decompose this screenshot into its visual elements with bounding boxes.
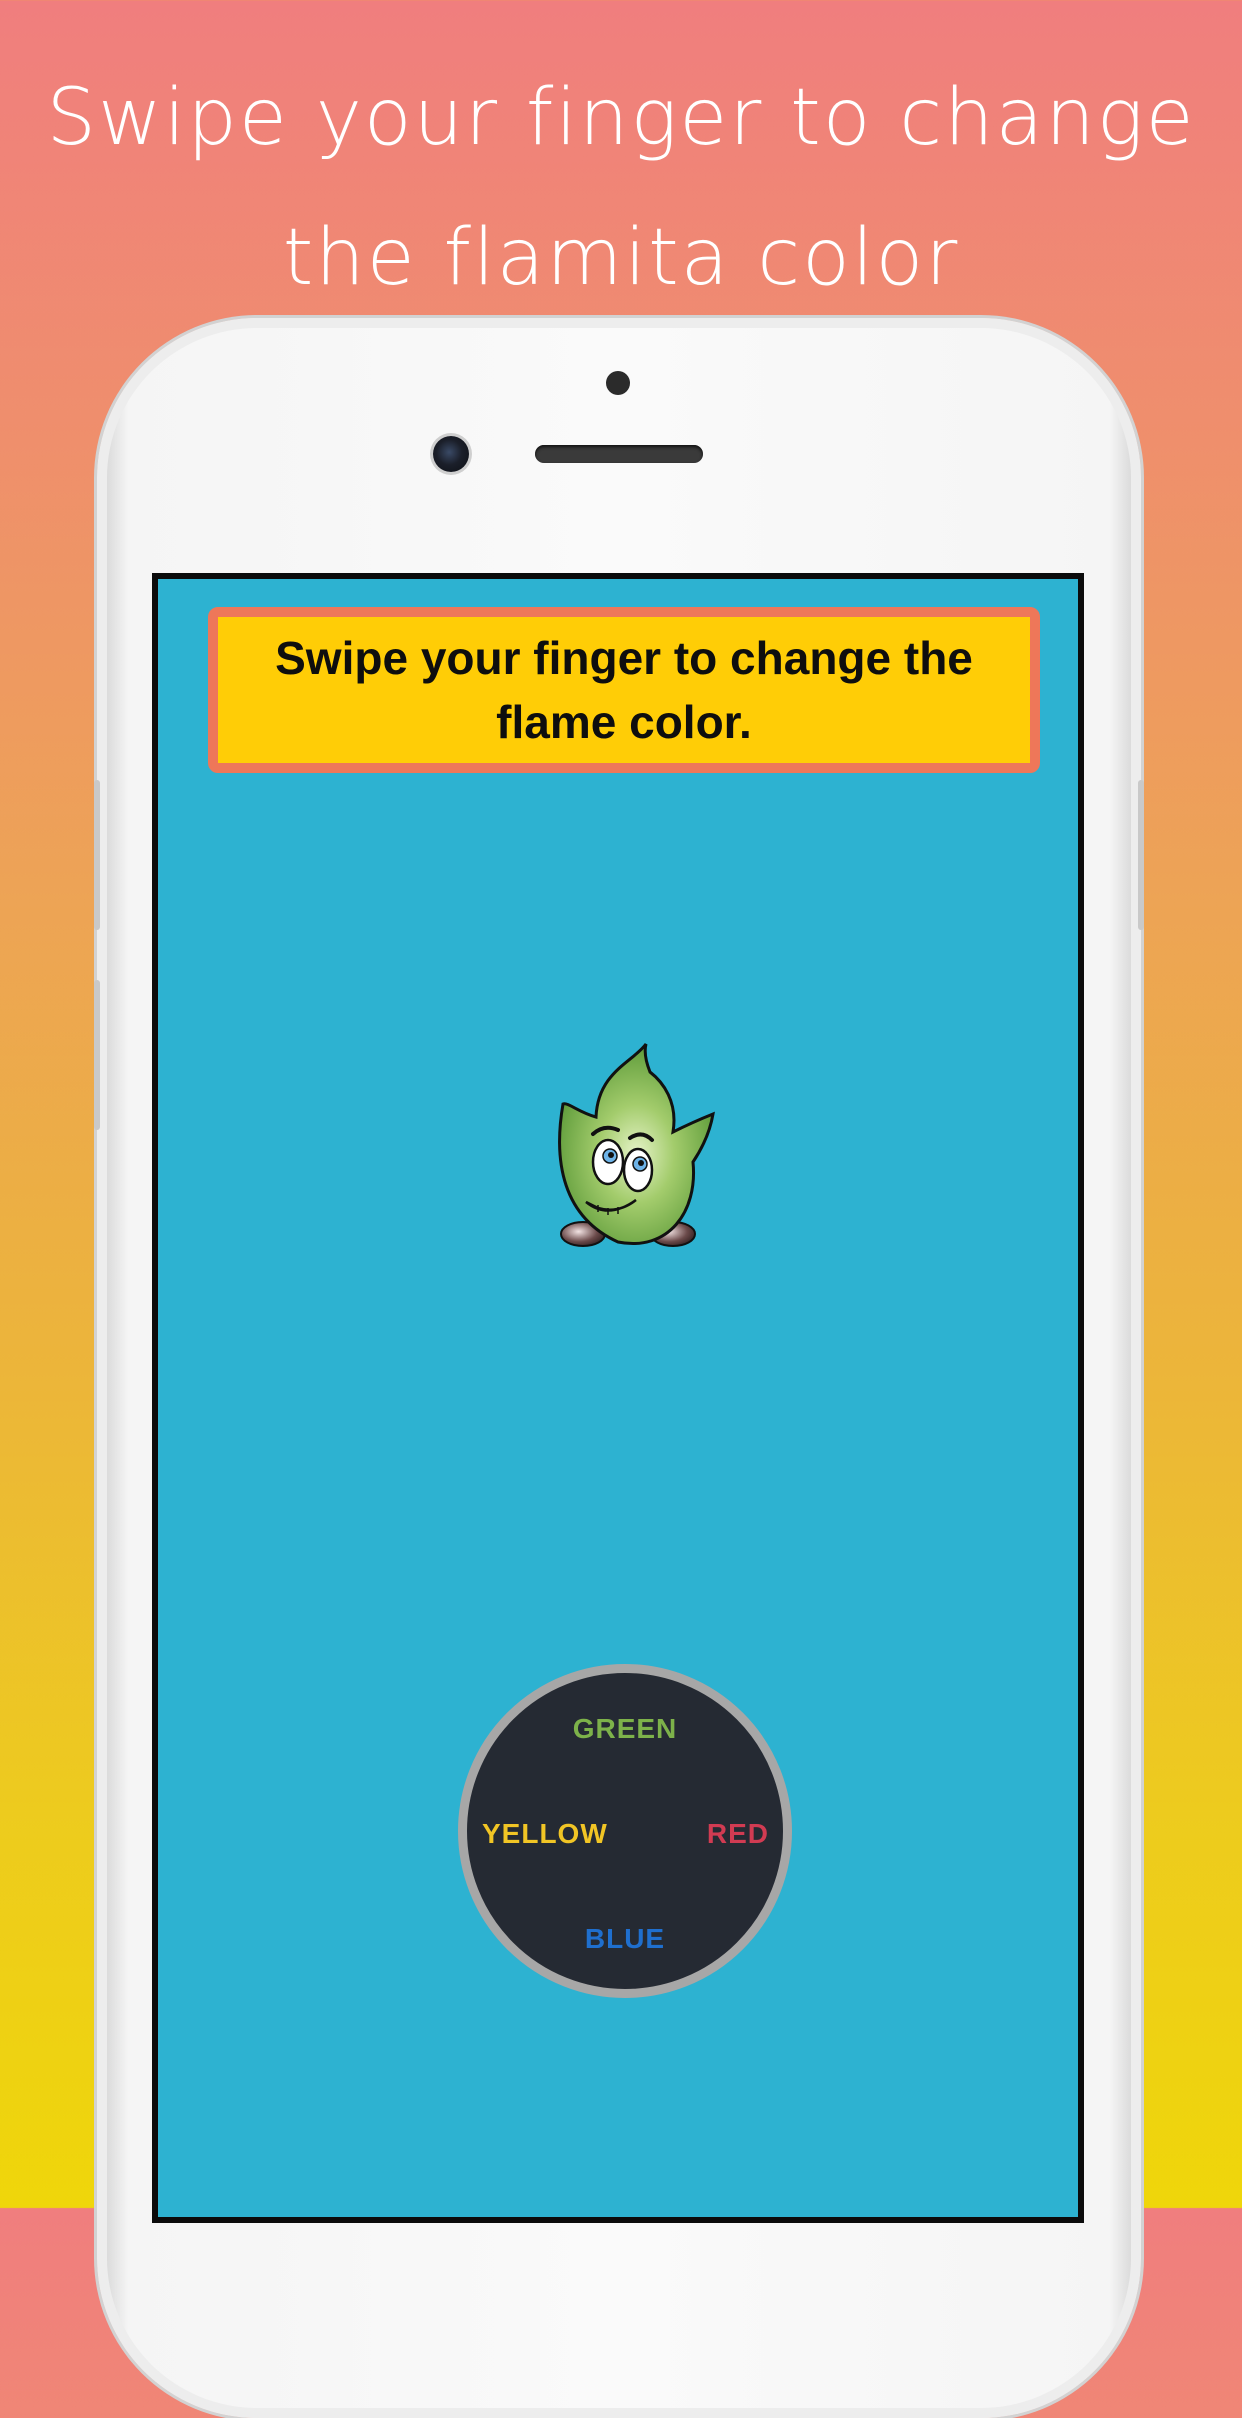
app-screen[interactable]: Swipe your finger to change the flame co… <box>152 573 1084 2223</box>
color-joystick[interactable]: GREEN YELLOW RED BLUE <box>458 1664 792 1998</box>
front-camera-icon <box>433 436 469 472</box>
joystick-option-blue[interactable]: BLUE <box>467 1923 783 1955</box>
promo-headline-line-1: Swipe your finger to change <box>46 73 1196 163</box>
flamita-body <box>558 1043 715 1245</box>
proximity-sensor-icon <box>606 371 630 395</box>
joystick-option-green[interactable]: GREEN <box>467 1713 783 1745</box>
phone-mute-switch <box>94 780 100 930</box>
joystick-option-yellow[interactable]: YELLOW <box>482 1818 608 1850</box>
instruction-text-line-1: Swipe your finger to change the <box>275 632 973 684</box>
instruction-text-line-2: flame color. <box>496 696 752 748</box>
phone-volume-button <box>94 980 100 1130</box>
promo-headline: Swipe your finger to change the flamita … <box>0 48 1242 328</box>
promo-headline-line-2: the flamita color <box>282 213 960 303</box>
phone-power-button <box>1138 780 1144 930</box>
flamita-character <box>558 1043 715 1247</box>
earpiece-speaker <box>535 445 703 463</box>
instruction-banner: Swipe your finger to change the flame co… <box>208 607 1040 773</box>
joystick-option-red[interactable]: RED <box>707 1818 769 1850</box>
